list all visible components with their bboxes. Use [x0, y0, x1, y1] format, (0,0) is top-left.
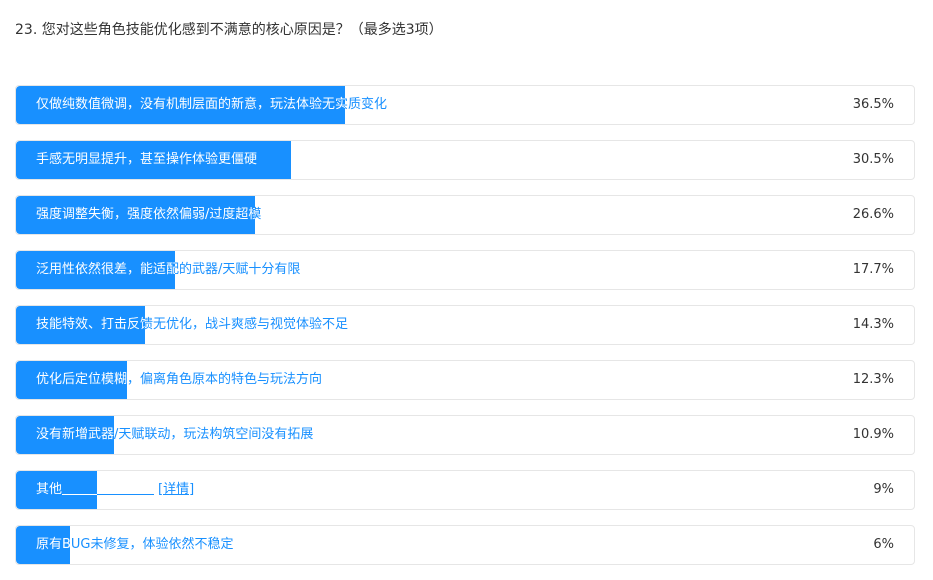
option-bar-text-clip: 技能特效、打击反馈无优化，战斗爽感与视觉体验不足	[16, 306, 145, 344]
option-label-overlay: 技能特效、打击反馈无优化，战斗爽感与视觉体验不足	[16, 306, 145, 344]
option-label: 优化后定位模糊，偏离角色原本的特色与玩法方向	[36, 372, 127, 387]
options-chart: 仅做纯数值微调，没有机制层面的新意，玩法体验无实质变化仅做纯数值微调，没有机制层…	[15, 85, 915, 580]
option-percentage: 17.7%	[852, 262, 894, 277]
option-bar-text-clip: 泛用性依然很差，能适配的武器/天赋十分有限	[16, 251, 175, 289]
option-label-overlay: 仅做纯数值微调，没有机制层面的新意，玩法体验无实质变化	[16, 86, 345, 124]
option-label: 泛用性依然很差，能适配的武器/天赋十分有限	[36, 262, 175, 277]
option-label-overlay: 优化后定位模糊，偏离角色原本的特色与玩法方向	[16, 361, 127, 399]
option-percentage: 14.3%	[852, 317, 894, 332]
option-bar-text-clip: 优化后定位模糊，偏离角色原本的特色与玩法方向	[16, 361, 127, 399]
option-bar-text-clip: 其他[详情]	[16, 471, 97, 509]
option-label: 仅做纯数值微调，没有机制层面的新意，玩法体验无实质变化	[36, 97, 345, 112]
option-row: 其他[详情]其他[详情]9%	[15, 470, 915, 510]
other-blank-line	[62, 479, 97, 495]
option-percentage: 10.9%	[852, 427, 894, 442]
option-bar-text-clip: 原有BUG未修复，体验依然不稳定	[16, 526, 70, 564]
option-row: 原有BUG未修复，体验依然不稳定原有BUG未修复，体验依然不稳定6%	[15, 525, 915, 565]
option-percentage: 26.6%	[852, 207, 894, 222]
option-percentage: 36.5%	[852, 97, 894, 112]
option-row: 技能特效、打击反馈无优化，战斗爽感与视觉体验不足技能特效、打击反馈无优化，战斗爽…	[15, 305, 915, 345]
option-bar-text-clip: 没有新增武器/天赋联动，玩法构筑空间没有拓展	[16, 416, 114, 454]
option-bar-text-clip: 强度调整失衡，强度依然偏弱/过度超模	[16, 196, 255, 234]
option-label-overlay: 强度调整失衡，强度依然偏弱/过度超模	[16, 196, 255, 234]
option-label: 原有BUG未修复，体验依然不稳定	[36, 537, 70, 552]
option-label-overlay: 原有BUG未修复，体验依然不稳定	[16, 526, 70, 564]
option-bar-text-clip: 手感无明显提升，甚至操作体验更僵硬	[16, 141, 291, 179]
option-percentage: 30.5%	[852, 152, 894, 167]
option-label-overlay: 泛用性依然很差，能适配的武器/天赋十分有限	[16, 251, 175, 289]
option-row: 泛用性依然很差，能适配的武器/天赋十分有限泛用性依然很差，能适配的武器/天赋十分…	[15, 250, 915, 290]
option-label-overlay: 没有新增武器/天赋联动，玩法构筑空间没有拓展	[16, 416, 114, 454]
option-label: 没有新增武器/天赋联动，玩法构筑空间没有拓展	[36, 427, 114, 442]
option-percentage: 6%	[873, 537, 894, 552]
detail-link[interactable]: [详情]	[158, 482, 194, 497]
option-row: 仅做纯数值微调，没有机制层面的新意，玩法体验无实质变化仅做纯数值微调，没有机制层…	[15, 85, 915, 125]
option-label: 手感无明显提升，甚至操作体验更僵硬	[36, 152, 258, 167]
option-percentage: 12.3%	[852, 372, 894, 387]
option-label-overlay: 手感无明显提升，甚至操作体验更僵硬	[16, 141, 257, 179]
option-row: 没有新增武器/天赋联动，玩法构筑空间没有拓展没有新增武器/天赋联动，玩法构筑空间…	[15, 415, 915, 455]
option-row: 手感无明显提升，甚至操作体验更僵硬手感无明显提升，甚至操作体验更僵硬30.5%	[15, 140, 915, 180]
option-label: 强度调整失衡，强度依然偏弱/过度超模	[36, 207, 255, 222]
option-row: 强度调整失衡，强度依然偏弱/过度超模强度调整失衡，强度依然偏弱/过度超模26.6…	[15, 195, 915, 235]
question-title: 23. 您对这些角色技能优化感到不满意的核心原因是？（最多选3项）	[15, 22, 443, 38]
option-percentage: 9%	[873, 482, 894, 497]
option-label: 技能特效、打击反馈无优化，战斗爽感与视觉体验不足	[36, 317, 145, 332]
option-bar-text-clip: 仅做纯数值微调，没有机制层面的新意，玩法体验无实质变化	[16, 86, 345, 124]
option-row: 优化后定位模糊，偏离角色原本的特色与玩法方向优化后定位模糊，偏离角色原本的特色与…	[15, 360, 915, 400]
option-label-overlay: 其他[详情]	[16, 471, 97, 509]
option-label: 其他	[36, 482, 63, 497]
